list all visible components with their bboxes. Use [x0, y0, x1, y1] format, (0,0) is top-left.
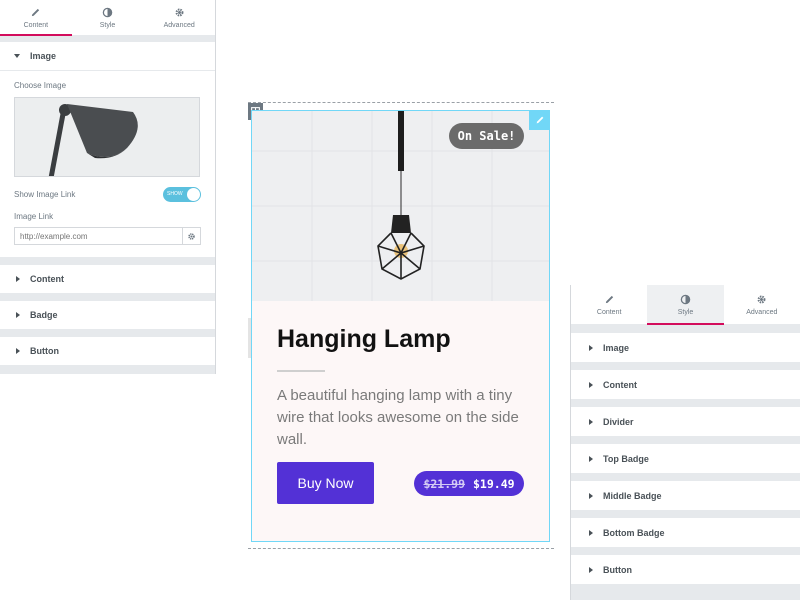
image-thumbnail[interactable] — [14, 97, 200, 177]
old-price: $21.99 — [423, 476, 465, 491]
product-title: Hanging Lamp — [277, 325, 451, 353]
tab-label: Style — [99, 21, 116, 29]
style-section-divider[interactable]: Divider — [571, 407, 800, 436]
right-editor-panel: Content Style Advanced Image Content Div… — [570, 285, 800, 600]
section-title: Bottom Badge — [603, 527, 665, 538]
style-section-content[interactable]: Content — [571, 370, 800, 399]
caret-right-icon — [16, 348, 20, 354]
section-title: Divider — [603, 416, 634, 427]
caret-right-icon — [589, 529, 593, 536]
image-section: Image Choose Image Show Image Link SHOW — [0, 42, 215, 257]
section-content[interactable]: Content — [0, 265, 215, 293]
caret-right-icon — [589, 344, 593, 351]
image-section-header[interactable]: Image — [0, 42, 215, 70]
caret-right-icon — [589, 566, 593, 573]
section-title: Top Badge — [603, 453, 649, 464]
new-price: $19.49 — [473, 476, 515, 491]
buy-now-button[interactable]: Buy Now — [277, 462, 374, 504]
section-title: Middle Badge — [603, 490, 662, 501]
tab-label: Content — [596, 308, 622, 316]
show-link-label: Show Image Link — [14, 190, 76, 199]
style-section-middle-badge[interactable]: Middle Badge — [571, 481, 800, 510]
style-section-button[interactable]: Button — [571, 555, 800, 584]
caret-right-icon — [589, 455, 593, 462]
caret-down-icon — [14, 54, 20, 58]
image-section-body: Choose Image Show Image Link SHOW Image … — [0, 70, 215, 257]
tab-label: Style — [677, 308, 694, 316]
caret-right-icon — [589, 381, 593, 388]
edit-pencil-icon[interactable] — [529, 110, 550, 130]
section-title: Button — [30, 346, 59, 356]
dynamic-tags-gear-icon[interactable] — [182, 228, 200, 244]
tab-label: Advanced — [746, 308, 778, 316]
style-section-image[interactable]: Image — [571, 333, 800, 362]
section-title: Badge — [30, 310, 58, 320]
tab-content[interactable]: Content — [0, 0, 72, 36]
on-sale-badge: On Sale! — [449, 123, 524, 149]
left-editor-panel: Content Style Advanced Image Choose Imag… — [0, 0, 216, 374]
section-badge[interactable]: Badge — [0, 301, 215, 329]
gear-icon — [173, 7, 185, 19]
show-image-link-row: Show Image Link SHOW — [14, 187, 201, 202]
tab-style[interactable]: Style — [647, 285, 724, 325]
section-title: Content — [30, 274, 64, 284]
caret-right-icon — [16, 312, 20, 318]
tab-advanced[interactable]: Advanced — [724, 285, 800, 324]
product-description: A beautiful hanging lamp with a tiny wir… — [277, 387, 519, 448]
caret-right-icon — [16, 276, 20, 282]
section-title: Button — [603, 564, 632, 575]
style-sections-list: Image Content Divider Top Badge Middle B… — [571, 333, 800, 584]
style-section-bottom-badge[interactable]: Bottom Badge — [571, 518, 800, 547]
image-link-label: Image Link — [14, 212, 54, 221]
tab-style[interactable]: Style — [72, 0, 144, 35]
image-link-field — [14, 227, 201, 245]
contrast-icon — [102, 7, 114, 19]
style-section-top-badge[interactable]: Top Badge — [571, 444, 800, 473]
tab-label: Advanced — [163, 21, 195, 29]
toggle-knob — [187, 188, 200, 201]
desk-lamp-image — [15, 98, 199, 176]
section-title: Image — [30, 51, 57, 61]
gear-icon — [756, 294, 768, 306]
image-link-input[interactable] — [15, 228, 182, 244]
toggle-text: SHOW — [167, 191, 183, 197]
right-panel-tabs: Content Style Advanced — [571, 285, 800, 325]
contrast-icon — [679, 294, 691, 306]
choose-image-label: Choose Image — [14, 81, 67, 90]
pencil-icon — [603, 294, 615, 306]
section-title: Content — [603, 379, 637, 390]
pencil-icon — [30, 7, 42, 19]
section-title: Image — [603, 342, 630, 353]
left-panel-tabs: Content Style Advanced — [0, 0, 215, 36]
caret-right-icon — [589, 418, 593, 425]
title-divider — [277, 370, 325, 372]
tab-content[interactable]: Content — [571, 285, 647, 324]
price-badge: $21.99 $19.49 — [414, 471, 524, 496]
show-link-toggle[interactable]: SHOW — [163, 187, 201, 202]
caret-right-icon — [589, 492, 593, 499]
section-button[interactable]: Button — [0, 337, 215, 365]
tab-label: Content — [23, 21, 49, 29]
tab-advanced[interactable]: Advanced — [143, 0, 215, 35]
